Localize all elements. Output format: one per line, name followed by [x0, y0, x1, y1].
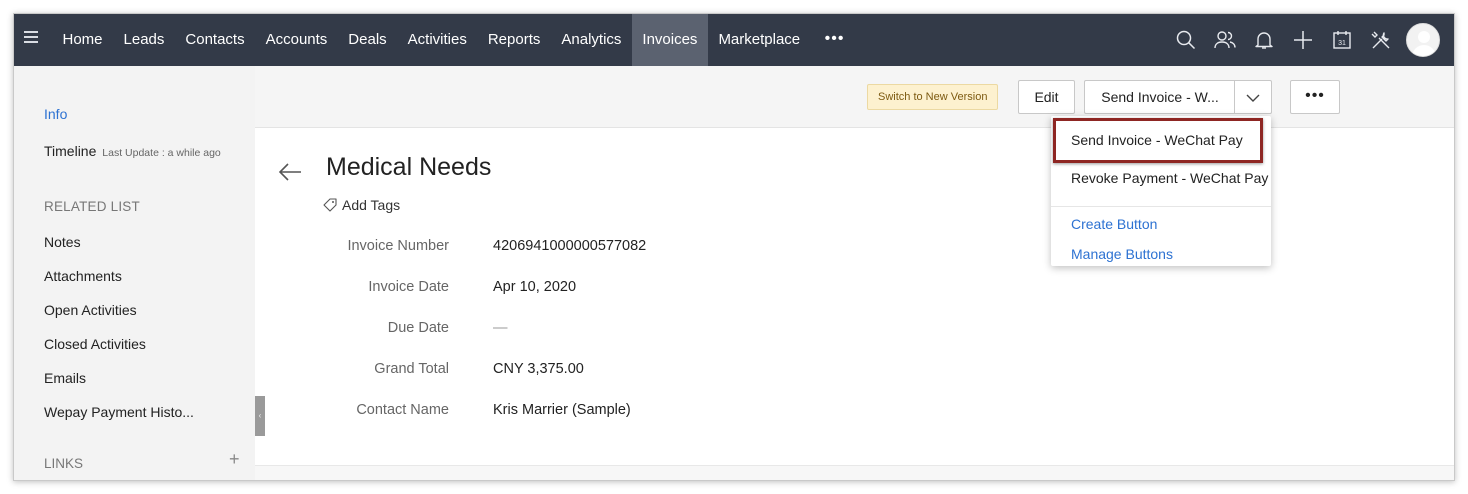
menu-icon[interactable] [24, 31, 38, 45]
sidebar-item-notes[interactable]: Notes [44, 234, 194, 268]
links-heading: LINKS [44, 456, 84, 471]
sidebar-item-emails[interactable]: Emails [44, 370, 194, 404]
field-value[interactable]: CNY 3,375.00 [493, 361, 584, 377]
switch-version-button[interactable]: Switch to New Version [867, 84, 999, 110]
send-invoice-dropdown-toggle[interactable] [1234, 80, 1272, 114]
page-title: Medical Needs [326, 153, 492, 181]
field-label: Due Date [387, 320, 449, 336]
tab-accounts[interactable]: Accounts [255, 14, 338, 66]
field-label: Invoice Number [347, 238, 449, 254]
tab-analytics[interactable]: Analytics [551, 14, 632, 66]
more-tabs-button[interactable]: ••• [811, 14, 859, 66]
tab-leads[interactable]: Leads [113, 14, 175, 66]
tab-deals[interactable]: Deals [338, 14, 397, 66]
field-label: Grand Total [374, 361, 449, 377]
tab-contacts[interactable]: Contacts [175, 14, 255, 66]
top-nav-bar: Home Leads Contacts Accounts Deals Activ… [14, 14, 1454, 66]
contacts-group-icon[interactable] [1205, 14, 1244, 66]
manage-buttons-link[interactable]: Manage Buttons [1071, 246, 1173, 262]
sidebar-item-wepay-payment-history[interactable]: Wepay Payment Histo... [44, 404, 194, 438]
field-invoice-number: Invoice Number 4206941000000577082 [255, 238, 855, 258]
app-window: Home Leads Contacts Accounts Deals Activ… [13, 13, 1455, 481]
send-invoice-dropdown-menu: Send Invoice - WeChat Pay Revoke Payment… [1051, 116, 1271, 266]
field-label: Contact Name [356, 402, 449, 418]
field-value[interactable]: Apr 10, 2020 [493, 279, 576, 295]
menu-divider [1051, 206, 1271, 207]
create-button-link[interactable]: Create Button [1071, 216, 1157, 232]
sidebar-item-closed-activities[interactable]: Closed Activities [44, 336, 194, 370]
field-label: Invoice Date [368, 279, 449, 295]
sidebar-item-open-activities[interactable]: Open Activities [44, 302, 194, 336]
record-action-bar: Switch to New Version Edit Send Invoice … [255, 66, 1454, 128]
search-icon[interactable] [1166, 14, 1205, 66]
field-contact-name: Contact Name Kris Marrier (Sample) [255, 402, 855, 422]
bell-icon[interactable] [1244, 14, 1283, 66]
tab-reports[interactable]: Reports [477, 14, 551, 66]
tab-marketplace[interactable]: Marketplace [708, 14, 811, 66]
related-list-heading: RELATED LIST [44, 199, 140, 214]
menu-item-revoke-payment-wechat-pay[interactable]: Revoke Payment - WeChat Pay [1071, 170, 1268, 186]
tab-activities[interactable]: Activities [397, 14, 477, 66]
add-tags-button[interactable]: Add Tags [323, 197, 400, 213]
timeline-last-update: Last Update : a while ago [102, 147, 221, 159]
field-value[interactable]: 4206941000000577082 [493, 238, 646, 254]
field-due-date: Due Date — [255, 320, 855, 340]
edit-button[interactable]: Edit [1018, 80, 1075, 114]
tag-icon [323, 198, 337, 212]
field-grand-total: Grand Total CNY 3,375.00 [255, 361, 855, 381]
section-footer [255, 466, 1454, 480]
sidebar-item-attachments[interactable]: Attachments [44, 268, 194, 302]
menu-item-send-invoice-wechat-pay[interactable]: Send Invoice - WeChat Pay [1071, 132, 1243, 148]
more-actions-button[interactable]: ••• [1290, 80, 1340, 114]
module-tabs: Home Leads Contacts Accounts Deals Activ… [52, 14, 858, 66]
back-arrow-icon[interactable] [277, 159, 303, 185]
related-list: Notes Attachments Open Activities Closed… [44, 234, 194, 438]
sidebar-timeline-label: Timeline [44, 143, 97, 159]
field-value[interactable]: — [493, 320, 508, 336]
field-invoice-date: Invoice Date Apr 10, 2020 [255, 279, 855, 299]
tab-home[interactable]: Home [52, 14, 113, 66]
add-tags-label: Add Tags [342, 197, 401, 213]
record-sidebar: Info Timeline Last Update : a while ago … [14, 66, 255, 480]
sidebar-item-info[interactable]: Info [44, 106, 67, 122]
calendar-icon[interactable]: 31 [1322, 14, 1361, 66]
top-toolbar: 31 [1166, 14, 1440, 66]
field-value[interactable]: Kris Marrier (Sample) [493, 402, 631, 418]
send-invoice-button[interactable]: Send Invoice - W... [1084, 80, 1235, 114]
add-link-button[interactable]: + [229, 449, 240, 470]
sidebar-item-timeline[interactable]: Timeline Last Update : a while ago [44, 143, 221, 159]
tools-icon[interactable] [1361, 14, 1400, 66]
avatar[interactable] [1406, 23, 1440, 57]
chevron-down-icon [1246, 94, 1260, 102]
tab-invoices[interactable]: Invoices [631, 14, 708, 66]
plus-icon[interactable] [1283, 14, 1322, 66]
svg-text:31: 31 [1338, 40, 1346, 47]
